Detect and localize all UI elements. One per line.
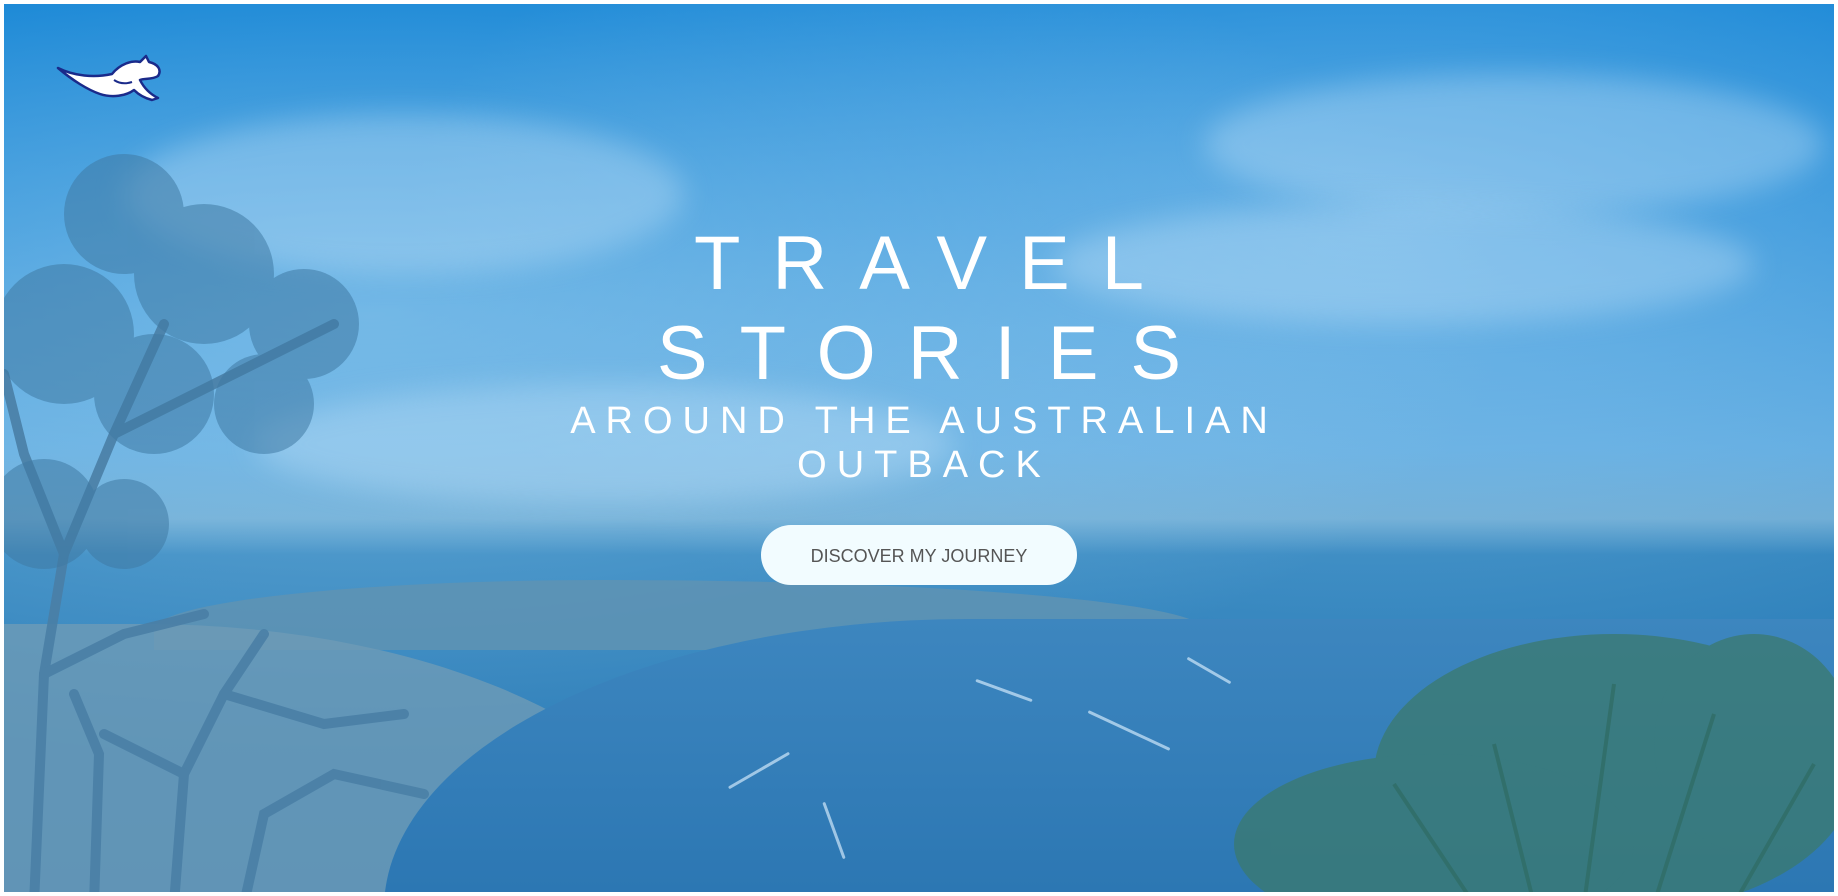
page-subtitle-line-2: OUTBACK bbox=[797, 444, 1051, 486]
wave bbox=[1087, 710, 1171, 751]
wave bbox=[822, 801, 846, 860]
bush-silhouette bbox=[1234, 634, 1834, 892]
page-title-line-1: TRAVEL bbox=[693, 221, 1176, 306]
wave bbox=[975, 678, 1033, 703]
hero-content: TRAVEL STORIES AROUND THE AUSTRALIAN OUT… bbox=[4, 219, 1834, 585]
kangaroo-icon[interactable] bbox=[54, 54, 164, 109]
page-title-line-2: STORIES bbox=[656, 311, 1214, 396]
discover-journey-button[interactable]: DISCOVER MY JOURNEY bbox=[761, 525, 1077, 585]
wave bbox=[1186, 656, 1232, 685]
wave bbox=[727, 751, 791, 790]
page-subtitle-line-1: AROUND THE AUSTRALIAN bbox=[570, 400, 1278, 442]
hero-background: TRAVEL STORIES AROUND THE AUSTRALIAN OUT… bbox=[4, 4, 1834, 892]
cloud bbox=[1204, 74, 1824, 214]
